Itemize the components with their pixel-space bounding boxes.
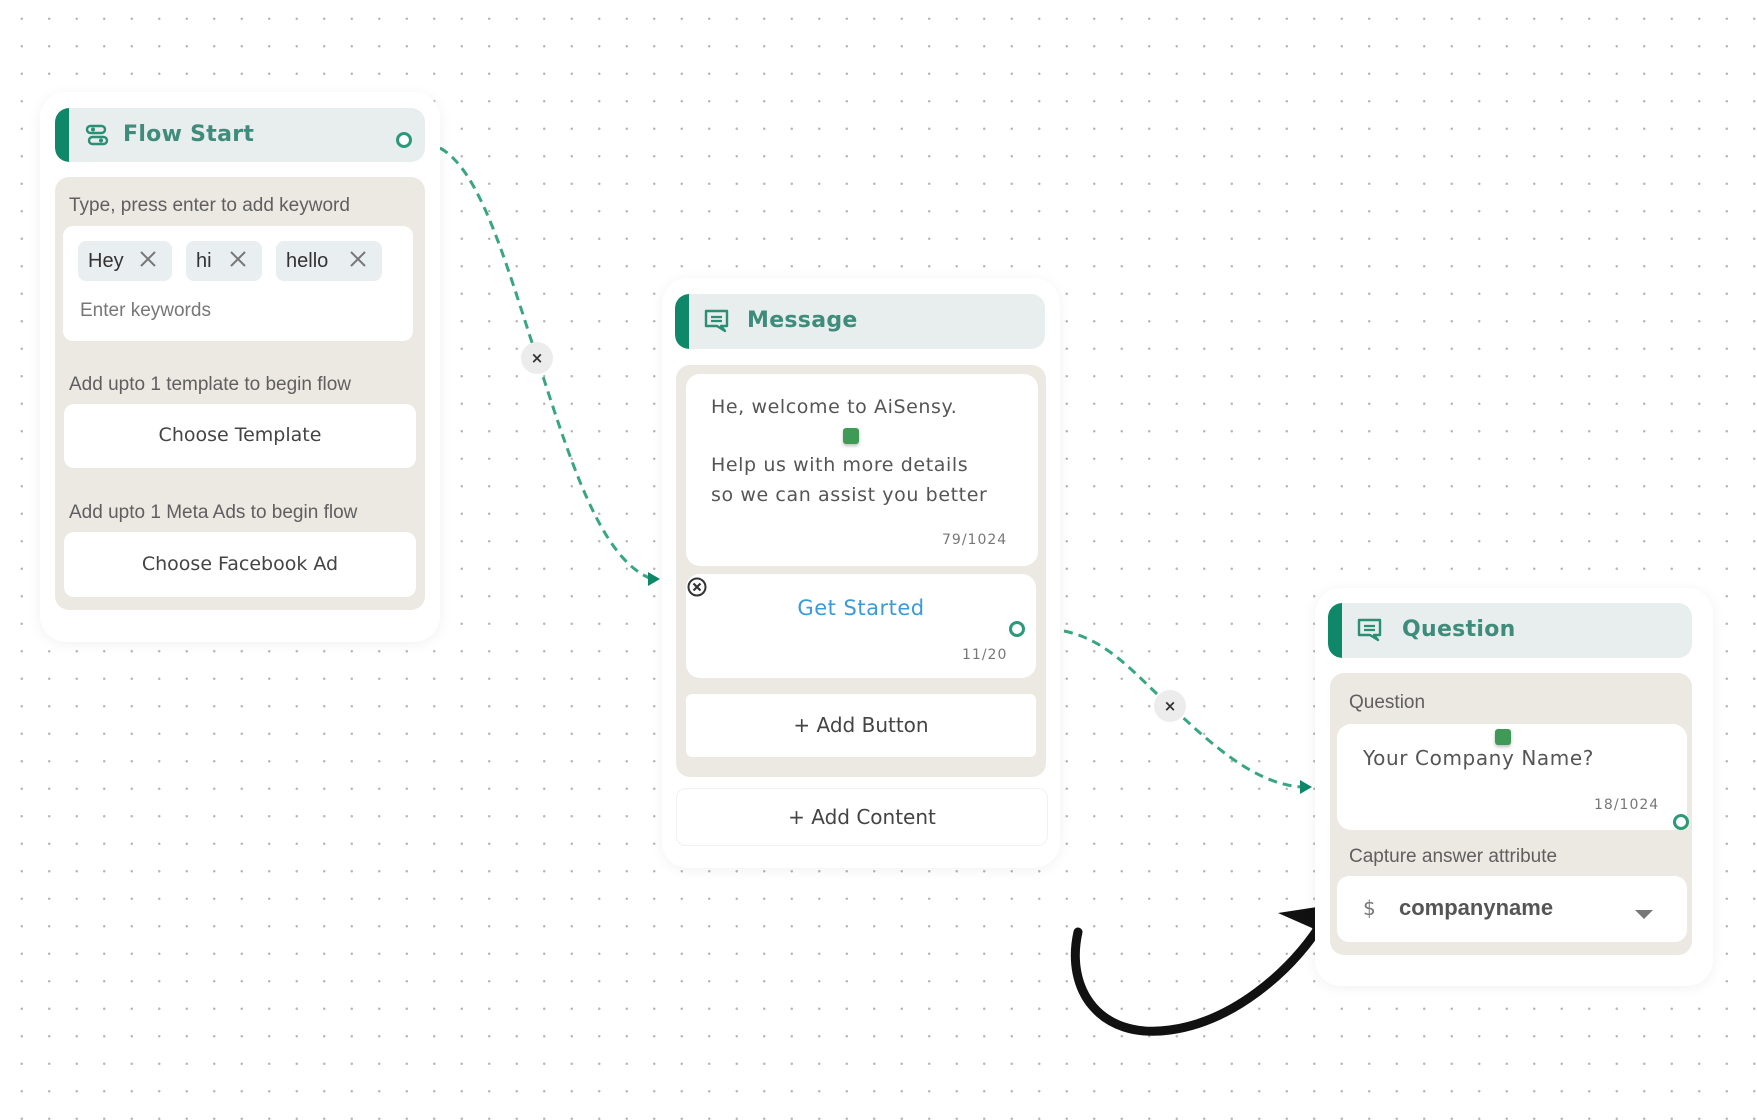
delete-edge-button[interactable]: × xyxy=(1154,690,1186,722)
edge-arrowhead-icon xyxy=(1300,780,1312,794)
keyword-chip: hello xyxy=(276,241,382,281)
button-label: Choose Template xyxy=(158,424,322,446)
close-icon[interactable] xyxy=(228,249,248,275)
close-icon: × xyxy=(530,349,544,367)
button-label: + Add Content xyxy=(788,805,936,829)
message-header[interactable]: Message xyxy=(675,294,1045,349)
char-counter: 11/20 xyxy=(962,647,1008,663)
keyword-label: Type, press enter to add keyword xyxy=(69,195,350,216)
capture-attribute-label: Capture answer attribute xyxy=(1349,846,1558,867)
delete-edge-button[interactable]: × xyxy=(521,342,553,374)
message-text-line: He, welcome to AiSensy. xyxy=(711,396,958,418)
attribute-select[interactable]: $ companyname xyxy=(1337,876,1687,942)
add-content-button[interactable]: + Add Content xyxy=(676,788,1048,846)
keyword-chip-text: hello xyxy=(286,249,329,272)
flow-start-header[interactable]: Flow Start xyxy=(55,108,425,162)
node-title: Flow Start xyxy=(123,122,255,147)
variable-marker[interactable] xyxy=(843,428,859,444)
keyword-placeholder[interactable]: Enter keywords xyxy=(80,300,211,322)
node-title: Message xyxy=(747,308,858,333)
keyword-chip: hi xyxy=(186,241,262,281)
message-icon xyxy=(1356,616,1384,644)
output-handle[interactable] xyxy=(1009,621,1025,637)
keyword-chip-text: Hey xyxy=(88,249,124,272)
message-icon xyxy=(703,307,731,335)
dollar-icon: $ xyxy=(1363,896,1376,920)
annotation-arrow xyxy=(1070,913,1330,1036)
choose-template-button[interactable]: Choose Template xyxy=(64,404,416,468)
node-title: Question xyxy=(1402,617,1516,642)
node-accent-bar xyxy=(675,294,689,349)
close-icon: × xyxy=(1163,697,1177,715)
button-label: Choose Facebook Ad xyxy=(141,553,339,575)
output-handle[interactable] xyxy=(1673,814,1689,830)
question-header[interactable]: Question xyxy=(1328,603,1692,658)
caret-down-icon[interactable] xyxy=(1635,905,1653,924)
attribute-value: companyname xyxy=(1399,895,1554,920)
add-button-button[interactable]: + Add Button xyxy=(686,694,1036,757)
question-text: Your Company Name? xyxy=(1363,746,1594,770)
keyword-chip: Hey xyxy=(78,241,172,281)
char-counter: 79/1024 xyxy=(942,532,1008,548)
message-text-line: so we can assist you better xyxy=(711,484,988,506)
flow-route-icon xyxy=(83,121,111,149)
question-label: Question xyxy=(1349,692,1426,713)
close-icon[interactable] xyxy=(138,249,158,275)
node-accent-bar xyxy=(55,108,69,162)
edge-arrowhead-icon xyxy=(648,572,660,586)
meta-ads-label: Add upto 1 Meta Ads to begin flow xyxy=(69,502,358,523)
output-handle[interactable] xyxy=(396,132,412,148)
char-counter: 18/1024 xyxy=(1594,797,1660,813)
close-icon[interactable] xyxy=(348,249,368,275)
template-label: Add upto 1 template to begin flow xyxy=(69,374,352,395)
choose-facebook-ad-button[interactable]: Choose Facebook Ad xyxy=(64,532,416,597)
button-label: + Add Button xyxy=(793,713,929,737)
message-text-line: Help us with more details xyxy=(711,454,969,476)
node-accent-bar xyxy=(1328,603,1342,658)
quick-reply-label[interactable]: Get Started xyxy=(686,596,1036,620)
question-text-area[interactable] xyxy=(1337,724,1687,830)
keyword-chip-text: hi xyxy=(196,249,212,272)
